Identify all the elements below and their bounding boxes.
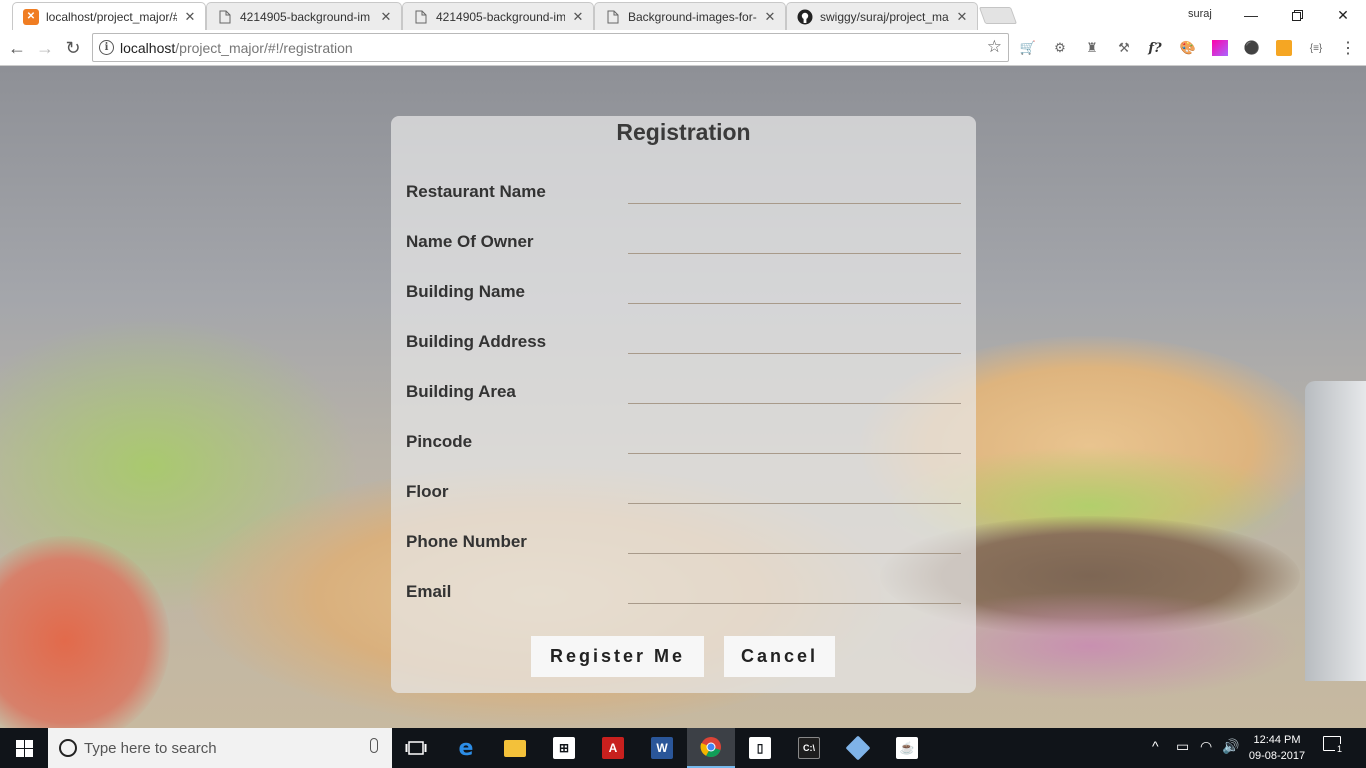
tab-github[interactable]: swiggy/suraj/project_ma ✕ [786,2,978,30]
minimize-icon[interactable]: — [1228,0,1274,30]
document-icon [217,9,233,25]
tab-background-images-for[interactable]: Background-images-for- ✕ [594,2,786,30]
tab-background-image-2[interactable]: 4214905-background-im ✕ [402,2,594,30]
new-tab-button[interactable] [978,7,1018,24]
pdf-reader-icon[interactable]: A [589,728,637,768]
salt-shaker-image [1305,381,1366,681]
close-icon[interactable]: ✕ [955,9,969,25]
clock-time: 12:44 PM [1253,734,1301,746]
address-url[interactable]: localhost/project_major/#!/registration [120,40,353,56]
json-extension-icon[interactable]: {≡} [1307,39,1325,57]
restaurant-name-label: Restaurant Name [406,182,546,201]
command-prompt-icon[interactable]: C:\ [785,728,833,768]
cortana-icon [59,739,77,757]
registration-form: Registration Restaurant Name Name Of Own… [391,116,976,693]
forward-icon[interactable]: → [34,37,56,59]
browser-toolbar: ← → ↻ i localhost/project_major/#!/regis… [0,30,1366,66]
floor-input[interactable] [628,478,961,504]
close-icon[interactable]: ✕ [183,9,197,25]
tab-title: 4214905-background-im [436,9,565,24]
close-icon[interactable]: ✕ [571,9,585,25]
building-name-label: Building Name [406,282,526,301]
palette-extension-icon[interactable]: 🎨 [1179,39,1197,57]
font-finder-extension-icon[interactable]: f? [1146,39,1164,57]
java-icon[interactable]: ☕ [883,728,931,768]
microphone-icon[interactable] [370,738,378,753]
register-button[interactable]: Register Me [531,636,704,677]
tool-extension-icon[interactable]: ⚒ [1115,39,1133,57]
xampp-icon: ✕ [23,8,39,25]
windows-start-icon[interactable] [0,728,48,768]
restore-icon[interactable] [1274,0,1320,30]
taskbar: Type here to search e ⊞ A W ▯ C:\ ☕ ^ ▭ … [0,728,1366,768]
building-address-input[interactable] [628,328,961,354]
info-icon[interactable]: i [99,40,114,55]
tab-title: 4214905-background-im [240,9,371,24]
phone-number-label: Phone Number [406,532,527,551]
phone-number-input[interactable] [628,528,961,554]
chrome-icon[interactable] [687,728,735,768]
tab-background-image-1[interactable]: 4214905-background-im ✕ [206,2,402,30]
notification-center-icon[interactable]: 1 [1323,736,1345,754]
email-input[interactable] [628,578,961,604]
app-icon[interactable]: ▯ [736,728,784,768]
document-icon [605,9,621,25]
tab-title: swiggy/suraj/project_ma [820,9,949,24]
dark-extension-icon[interactable]: ⚫ [1243,39,1261,57]
tab-title: localhost/project_major/# [46,9,177,24]
tab-title: Background-images-for- [628,9,757,24]
reload-icon[interactable]: ↻ [62,37,84,59]
taskbar-search-box[interactable]: Type here to search [48,728,392,768]
owner-name-input[interactable] [628,228,961,254]
task-view-icon[interactable] [392,728,440,768]
owl-extension-icon[interactable]: ♜ [1083,39,1101,57]
back-icon[interactable]: ← [6,37,28,59]
cancel-button[interactable]: Cancel [724,636,835,677]
volume-icon[interactable]: 🔊 [1222,738,1239,755]
form-title: Registration [616,119,751,145]
page-background: Registration Restaurant Name Name Of Own… [0,66,1366,728]
building-area-label: Building Area [406,382,516,401]
email-label: Email [406,582,452,601]
file-explorer-icon[interactable] [491,728,539,768]
pincode-input[interactable] [628,428,961,454]
close-icon[interactable]: ✕ [763,9,777,25]
search-placeholder: Type here to search [84,740,217,757]
gradient-extension-icon[interactable] [1211,39,1229,57]
floor-label: Floor [406,482,449,501]
system-clock[interactable]: 12:44 PM 09-08-2017 [1244,732,1310,764]
document-icon [413,9,429,25]
window-close-icon[interactable]: ✕ [1320,0,1366,30]
orange-extension-icon[interactable] [1275,39,1293,57]
battery-icon[interactable]: ▭ [1176,738,1189,755]
building-area-input[interactable] [628,378,961,404]
pincode-label: Pincode [406,432,473,451]
menu-icon[interactable]: ⋮ [1339,39,1357,57]
building-name-input[interactable] [628,278,961,304]
close-icon[interactable]: ✕ [379,9,393,25]
virtualbox-icon[interactable] [834,728,882,768]
gear-extension-icon[interactable]: ⚙ [1051,39,1069,57]
word-icon[interactable]: W [638,728,686,768]
address-bar[interactable]: i localhost/project_major/#!/registratio… [92,33,1009,62]
cart-extension-icon[interactable]: 🛒 [1019,39,1037,57]
store-icon[interactable]: ⊞ [540,728,588,768]
github-icon [797,9,813,25]
restaurant-name-input[interactable] [628,178,961,204]
bookmark-star-icon[interactable]: ☆ [987,37,1002,57]
owner-name-label: Name Of Owner [406,232,534,251]
wifi-icon[interactable]: ◠ [1200,738,1212,755]
profile-name[interactable]: suraj [1188,8,1212,20]
tab-registration[interactable]: ✕ localhost/project_major/# ✕ [12,2,206,30]
tab-strip: ✕ localhost/project_major/# ✕ 4214905-ba… [0,0,1366,30]
notification-count: 1 [1335,744,1345,754]
building-address-label: Building Address [406,332,547,351]
clock-date: 09-08-2017 [1248,750,1306,762]
chevron-up-icon[interactable]: ^ [1152,738,1159,754]
edge-icon[interactable]: e [442,728,490,768]
